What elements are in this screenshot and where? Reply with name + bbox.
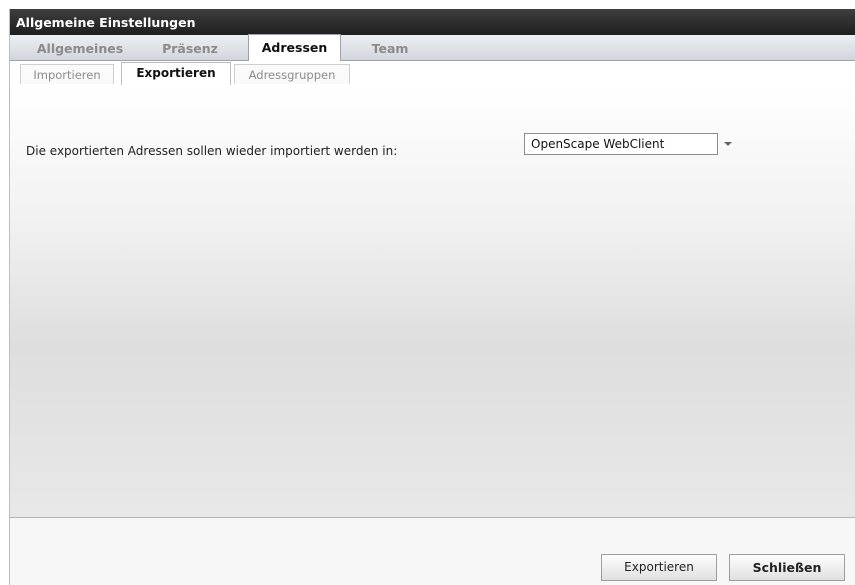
subtab-importieren[interactable]: Importieren (20, 64, 114, 84)
export-target-select[interactable]: OpenScape WebClient (524, 133, 718, 155)
tab-adressen[interactable]: Adressen (248, 34, 341, 61)
export-panel: Die exportierten Adressen sollen wieder … (10, 85, 855, 517)
dialog-title: Allgemeine Einstellungen (10, 9, 855, 35)
tab-allgemeines[interactable]: Allgemeines (24, 38, 136, 59)
subtab-adressgruppen[interactable]: Adressgruppen (234, 64, 350, 84)
sub-tab-bar: Importieren Exportieren Adressgruppen (10, 61, 855, 86)
export-button[interactable]: Exportieren (601, 554, 717, 581)
chevron-down-icon[interactable] (724, 142, 732, 146)
close-button[interactable]: Schließen (729, 554, 845, 581)
main-tab-bar: Allgemeines Präsenz Adressen Team (10, 34, 855, 61)
dialog-footer: Exportieren Schließen (10, 518, 855, 585)
tab-praesenz[interactable]: Präsenz (150, 38, 230, 59)
settings-dialog: Allgemeine Einstellungen Allgemeines Prä… (9, 9, 855, 585)
subtab-exportieren[interactable]: Exportieren (121, 62, 231, 86)
tab-team[interactable]: Team (360, 38, 420, 59)
export-target-label: Die exportierten Adressen sollen wieder … (26, 144, 398, 158)
